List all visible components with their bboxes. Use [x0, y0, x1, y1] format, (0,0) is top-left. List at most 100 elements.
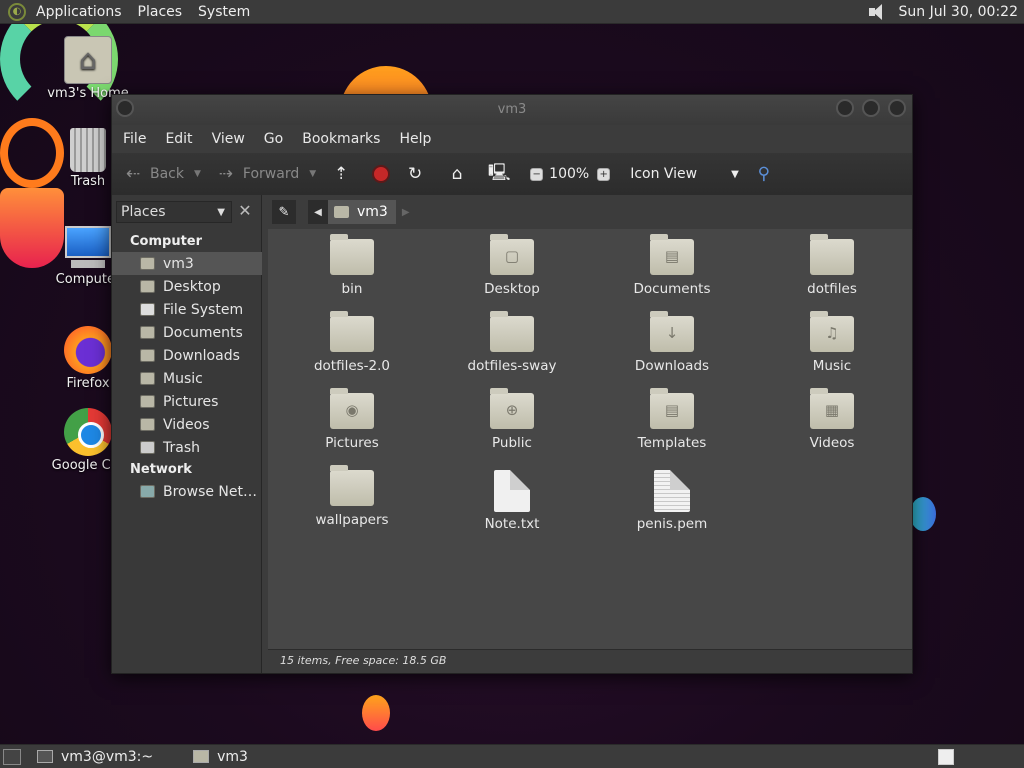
sidebar-item-label: Trash	[163, 439, 200, 456]
sidebar-item-vm3[interactable]: vm3	[112, 252, 262, 275]
file-item[interactable]: wallpapers	[272, 465, 432, 528]
menu-places[interactable]: Places	[130, 4, 191, 20]
folder-icon	[193, 750, 210, 763]
file-item[interactable]: ▤ Templates	[592, 388, 752, 451]
volume-icon[interactable]	[868, 3, 889, 20]
menu-view[interactable]: View	[205, 131, 252, 147]
forward-history-dropdown[interactable]: ▼	[309, 169, 316, 179]
distro-logo-icon[interactable]: ◐	[8, 2, 26, 21]
section-computer: Computer	[130, 234, 203, 249]
sidebar-item-downloads[interactable]: Downloads	[112, 344, 262, 367]
sidebar-item-label: Documents	[163, 324, 243, 341]
forward-button[interactable]: ⇢ Forward ▼	[215, 163, 316, 185]
workspace-1[interactable]	[938, 748, 954, 765]
sidebar-item-browse-network[interactable]: Browse Net…	[112, 480, 262, 503]
path-scroll-left-icon[interactable]: ◀	[308, 200, 328, 224]
folder-icon: ▢	[490, 234, 534, 275]
search-button[interactable]: ⚲	[753, 163, 781, 185]
menu-go[interactable]: Go	[257, 131, 290, 147]
back-history-dropdown[interactable]: ▼	[194, 169, 201, 179]
file-item[interactable]: ↓ Downloads	[592, 311, 752, 374]
file-item[interactable]: ▢ Desktop	[432, 234, 592, 297]
file-name: Documents	[633, 281, 711, 297]
file-name: Desktop	[484, 281, 540, 297]
sidebar-item-label: File System	[163, 301, 244, 318]
back-button[interactable]: ⇠ Back ▼	[122, 163, 201, 185]
file-view[interactable]: bin ▢ Desktop ▤ Documents dotfiles dotfiles-2.…	[268, 229, 912, 649]
sidebar-item-music[interactable]: Music	[112, 367, 262, 390]
desktop-icon-home[interactable]: vm3's Home	[46, 36, 130, 101]
breadcrumb-vm3[interactable]: vm3	[328, 200, 396, 224]
computer-button[interactable]: 🖳	[488, 163, 516, 185]
menu-system[interactable]: System	[190, 4, 258, 20]
chrome-icon	[64, 408, 112, 456]
sidebar-item-documents[interactable]: Documents	[112, 321, 262, 344]
menu-help[interactable]: Help	[392, 131, 438, 147]
file-name: Note.txt	[484, 516, 540, 532]
drive-icon	[140, 303, 155, 316]
sidebar-selector[interactable]: Places ▼	[116, 201, 232, 223]
reload-icon: ↻	[408, 164, 423, 184]
menubar: File Edit View Go Bookmarks Help	[112, 125, 912, 153]
up-arrow-icon: ⇡	[334, 164, 349, 184]
file-item[interactable]: Note.txt	[432, 470, 592, 532]
path-bar: ✎ ◀ vm3 ▶	[268, 195, 914, 229]
workspace-switcher[interactable]	[938, 748, 954, 765]
folder-icon	[330, 311, 374, 352]
minimize-button[interactable]	[836, 99, 854, 117]
view-mode-select[interactable]: Icon View ▼	[630, 166, 739, 182]
maximize-button[interactable]	[862, 99, 880, 117]
file-item[interactable]: ♫ Music	[752, 311, 912, 374]
reload-button[interactable]: ↻	[404, 163, 432, 185]
sidebar-item-trash[interactable]: Trash	[112, 436, 262, 459]
sidebar-close-icon[interactable]: ✕	[234, 201, 256, 223]
back-label: Back	[150, 166, 184, 182]
terminal-icon	[37, 750, 53, 763]
file-name: wallpapers	[315, 512, 389, 528]
file-item[interactable]: dotfiles	[752, 234, 912, 297]
zoom-out-icon[interactable]: −	[530, 167, 544, 181]
show-desktop-icon[interactable]	[3, 748, 21, 765]
taskbar-item-file-manager[interactable]: vm3	[193, 749, 248, 765]
taskbar-item-terminal[interactable]: vm3@vm3:~	[37, 749, 153, 765]
menu-bookmarks[interactable]: Bookmarks	[295, 131, 387, 147]
sidebar-item-pictures[interactable]: Pictures	[112, 390, 262, 413]
file-item[interactable]: dotfiles-sway	[432, 311, 592, 374]
home-button[interactable]: ⌂	[446, 163, 474, 185]
file-item[interactable]: dotfiles-2.0	[272, 311, 432, 374]
videos-folder-icon	[140, 418, 155, 431]
file-manager-window: vm3 File Edit View Go Bookmarks Help ⇠ B…	[111, 94, 913, 674]
home-folder-icon	[140, 257, 155, 270]
file-item[interactable]: ◉ Pictures	[272, 388, 432, 451]
computer-icon	[63, 226, 113, 270]
file-item[interactable]: bin	[272, 234, 432, 297]
up-button[interactable]: ⇡	[330, 163, 358, 185]
file-name: Pictures	[325, 435, 379, 451]
window-titlebar[interactable]: vm3	[112, 95, 912, 125]
zoom-level[interactable]: 100%	[549, 166, 589, 182]
toggle-location-edit-icon[interactable]: ✎	[272, 200, 296, 224]
menu-file[interactable]: File	[116, 131, 153, 147]
file-name: bin	[341, 281, 363, 297]
file-item[interactable]: ⊕ Public	[432, 388, 592, 451]
home-folder-icon: ⌂	[451, 164, 463, 184]
clock[interactable]: Sun Jul 30, 00:22	[899, 4, 1019, 20]
menu-edit[interactable]: Edit	[158, 131, 199, 147]
stop-button[interactable]	[372, 165, 391, 183]
file-item[interactable]: penis.pem	[592, 470, 752, 532]
sidebar-selector-value: Places	[121, 204, 166, 220]
chevron-down-icon: ▼	[731, 168, 739, 180]
path-scroll-right-icon[interactable]: ▶	[402, 207, 418, 218]
file-item[interactable]: ▤ Documents	[592, 234, 752, 297]
menu-applications[interactable]: Applications	[28, 4, 130, 20]
text-file-icon	[494, 470, 530, 512]
back-arrow-icon: ⇠	[125, 164, 141, 184]
sidebar-item-videos[interactable]: Videos	[112, 413, 262, 436]
stop-icon	[372, 165, 391, 183]
sidebar-item-desktop[interactable]: Desktop	[112, 275, 262, 298]
close-button[interactable]	[888, 99, 906, 117]
firefox-icon	[64, 326, 112, 374]
sidebar-item-file-system[interactable]: File System	[112, 298, 262, 321]
file-item[interactable]: ▦ Videos	[752, 388, 912, 451]
zoom-in-icon[interactable]: +	[597, 167, 611, 181]
